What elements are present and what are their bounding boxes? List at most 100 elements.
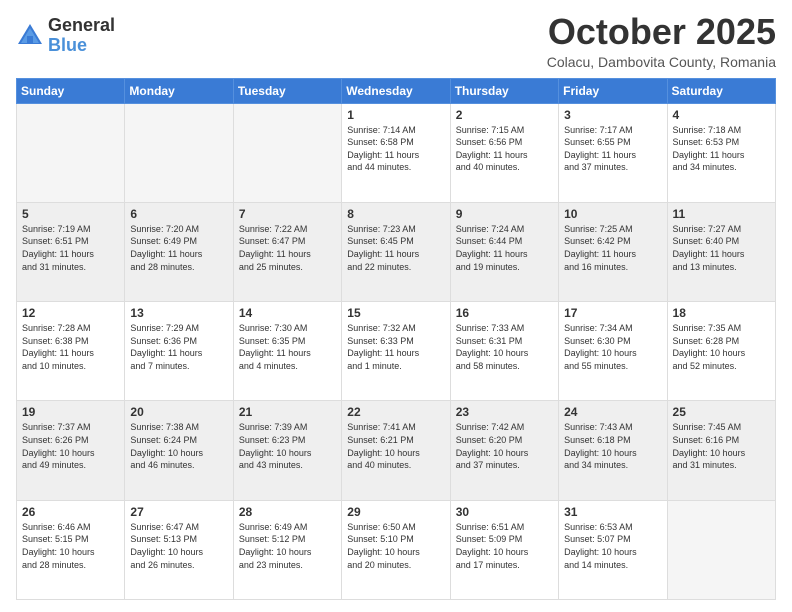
day-number: 29	[347, 505, 444, 519]
month-title: October 2025	[547, 12, 776, 52]
table-row: 21 Sunrise: 7:39 AM Sunset: 6:23 PM Dayli…	[233, 401, 341, 500]
day-number: 26	[22, 505, 119, 519]
day-number: 18	[673, 306, 770, 320]
table-row: 24 Sunrise: 7:43 AM Sunset: 6:18 PM Dayli…	[559, 401, 667, 500]
day-info: Sunrise: 7:27 AM Sunset: 6:40 PM Dayligh…	[673, 223, 770, 273]
table-row	[233, 103, 341, 202]
table-row: 20 Sunrise: 7:38 AM Sunset: 6:24 PM Dayli…	[125, 401, 233, 500]
day-info: Sunrise: 7:15 AM Sunset: 6:56 PM Dayligh…	[456, 124, 553, 174]
table-row: 14Sunrise: 7:30 AM Sunset: 6:35 PM Dayli…	[233, 302, 341, 401]
logo-icon	[16, 22, 44, 50]
day-number: 4	[673, 108, 770, 122]
day-number: 13	[130, 306, 227, 320]
day-number: 11	[673, 207, 770, 221]
day-info: Sunrise: 7:45 AM Sunset: 6:16 PM Dayligh…	[673, 421, 770, 471]
day-info: Sunrise: 7:42 AM Sunset: 6:20 PM Dayligh…	[456, 421, 553, 471]
table-row: 4 Sunrise: 7:18 AM Sunset: 6:53 PM Daylig…	[667, 103, 775, 202]
col-sunday: Sunday	[17, 78, 125, 103]
day-number: 10	[564, 207, 661, 221]
day-info: Sunrise: 7:17 AM Sunset: 6:55 PM Dayligh…	[564, 124, 661, 174]
table-row: 3 Sunrise: 7:17 AM Sunset: 6:55 PM Daylig…	[559, 103, 667, 202]
day-number: 3	[564, 108, 661, 122]
day-info: Sunrise: 7:33 AM Sunset: 6:31 PM Dayligh…	[456, 322, 553, 372]
day-number: 28	[239, 505, 336, 519]
table-row: 30 Sunrise: 6:51 AM Sunset: 5:09 PM Dayli…	[450, 500, 558, 599]
day-number: 2	[456, 108, 553, 122]
day-number: 24	[564, 405, 661, 419]
day-info: Sunrise: 6:51 AM Sunset: 5:09 PM Dayligh…	[456, 521, 553, 571]
col-friday: Friday	[559, 78, 667, 103]
table-row: 5 Sunrise: 7:19 AM Sunset: 6:51 PM Daylig…	[17, 202, 125, 301]
day-number: 27	[130, 505, 227, 519]
table-row: 8 Sunrise: 7:23 AM Sunset: 6:45 PM Daylig…	[342, 202, 450, 301]
col-tuesday: Tuesday	[233, 78, 341, 103]
day-number: 1	[347, 108, 444, 122]
day-info: Sunrise: 6:50 AM Sunset: 5:10 PM Dayligh…	[347, 521, 444, 571]
table-row: 10 Sunrise: 7:25 AM Sunset: 6:42 PM Dayli…	[559, 202, 667, 301]
day-number: 22	[347, 405, 444, 419]
calendar-week-row: 26 Sunrise: 6:46 AM Sunset: 5:15 PM Dayli…	[17, 500, 776, 599]
day-info: Sunrise: 7:19 AM Sunset: 6:51 PM Dayligh…	[22, 223, 119, 273]
day-number: 30	[456, 505, 553, 519]
day-info: Sunrise: 7:41 AM Sunset: 6:21 PM Dayligh…	[347, 421, 444, 471]
day-info: Sunrise: 7:28 AM Sunset: 6:38 PM Dayligh…	[22, 322, 119, 372]
table-row: 1 Sunrise: 7:14 AM Sunset: 6:58 PM Daylig…	[342, 103, 450, 202]
page: General Blue October 2025 Colacu, Dambov…	[0, 0, 792, 612]
calendar-table: Sunday Monday Tuesday Wednesday Thursday…	[16, 78, 776, 600]
col-thursday: Thursday	[450, 78, 558, 103]
title-block: October 2025 Colacu, Dambovita County, R…	[547, 12, 776, 70]
table-row	[125, 103, 233, 202]
table-row: 2 Sunrise: 7:15 AM Sunset: 6:56 PM Daylig…	[450, 103, 558, 202]
calendar-week-row: 12Sunrise: 7:28 AM Sunset: 6:38 PM Dayli…	[17, 302, 776, 401]
table-row: 19 Sunrise: 7:37 AM Sunset: 6:26 PM Dayli…	[17, 401, 125, 500]
day-info: Sunrise: 7:18 AM Sunset: 6:53 PM Dayligh…	[673, 124, 770, 174]
day-info: Sunrise: 6:53 AM Sunset: 5:07 PM Dayligh…	[564, 521, 661, 571]
day-number: 16	[456, 306, 553, 320]
table-row: 16 Sunrise: 7:33 AM Sunset: 6:31 PM Dayli…	[450, 302, 558, 401]
col-wednesday: Wednesday	[342, 78, 450, 103]
day-info: Sunrise: 7:22 AM Sunset: 6:47 PM Dayligh…	[239, 223, 336, 273]
day-info: Sunrise: 7:35 AM Sunset: 6:28 PM Dayligh…	[673, 322, 770, 372]
logo: General Blue	[16, 16, 115, 56]
table-row: 17Sunrise: 7:34 AM Sunset: 6:30 PM Dayli…	[559, 302, 667, 401]
day-number: 19	[22, 405, 119, 419]
day-number: 8	[347, 207, 444, 221]
day-number: 9	[456, 207, 553, 221]
table-row: 26 Sunrise: 6:46 AM Sunset: 5:15 PM Dayli…	[17, 500, 125, 599]
day-number: 14	[239, 306, 336, 320]
day-number: 6	[130, 207, 227, 221]
day-info: Sunrise: 7:38 AM Sunset: 6:24 PM Dayligh…	[130, 421, 227, 471]
table-row: 23 Sunrise: 7:42 AM Sunset: 6:20 PM Dayli…	[450, 401, 558, 500]
day-info: Sunrise: 7:25 AM Sunset: 6:42 PM Dayligh…	[564, 223, 661, 273]
day-info: Sunrise: 7:37 AM Sunset: 6:26 PM Dayligh…	[22, 421, 119, 471]
day-number: 5	[22, 207, 119, 221]
table-row: 27Sunrise: 6:47 AM Sunset: 5:13 PM Dayli…	[125, 500, 233, 599]
day-info: Sunrise: 7:32 AM Sunset: 6:33 PM Dayligh…	[347, 322, 444, 372]
header: General Blue October 2025 Colacu, Dambov…	[16, 12, 776, 70]
calendar-header-row: Sunday Monday Tuesday Wednesday Thursday…	[17, 78, 776, 103]
logo-text: General Blue	[48, 16, 115, 56]
day-info: Sunrise: 7:34 AM Sunset: 6:30 PM Dayligh…	[564, 322, 661, 372]
day-info: Sunrise: 7:39 AM Sunset: 6:23 PM Dayligh…	[239, 421, 336, 471]
day-number: 31	[564, 505, 661, 519]
table-row: 9Sunrise: 7:24 AM Sunset: 6:44 PM Daylig…	[450, 202, 558, 301]
day-number: 20	[130, 405, 227, 419]
calendar-week-row: 19 Sunrise: 7:37 AM Sunset: 6:26 PM Dayli…	[17, 401, 776, 500]
day-info: Sunrise: 6:46 AM Sunset: 5:15 PM Dayligh…	[22, 521, 119, 571]
table-row: 15Sunrise: 7:32 AM Sunset: 6:33 PM Dayli…	[342, 302, 450, 401]
table-row: 29 Sunrise: 6:50 AM Sunset: 5:10 PM Dayli…	[342, 500, 450, 599]
calendar-week-row: 1 Sunrise: 7:14 AM Sunset: 6:58 PM Daylig…	[17, 103, 776, 202]
day-info: Sunrise: 7:43 AM Sunset: 6:18 PM Dayligh…	[564, 421, 661, 471]
location: Colacu, Dambovita County, Romania	[547, 54, 776, 70]
day-number: 23	[456, 405, 553, 419]
day-number: 7	[239, 207, 336, 221]
table-row: 13 Sunrise: 7:29 AM Sunset: 6:36 PM Dayli…	[125, 302, 233, 401]
table-row: 28Sunrise: 6:49 AM Sunset: 5:12 PM Dayli…	[233, 500, 341, 599]
logo-blue-text: Blue	[48, 36, 115, 56]
day-info: Sunrise: 7:14 AM Sunset: 6:58 PM Dayligh…	[347, 124, 444, 174]
day-number: 21	[239, 405, 336, 419]
day-info: Sunrise: 7:29 AM Sunset: 6:36 PM Dayligh…	[130, 322, 227, 372]
table-row: 18 Sunrise: 7:35 AM Sunset: 6:28 PM Dayli…	[667, 302, 775, 401]
day-info: Sunrise: 7:23 AM Sunset: 6:45 PM Dayligh…	[347, 223, 444, 273]
table-row: 12Sunrise: 7:28 AM Sunset: 6:38 PM Dayli…	[17, 302, 125, 401]
